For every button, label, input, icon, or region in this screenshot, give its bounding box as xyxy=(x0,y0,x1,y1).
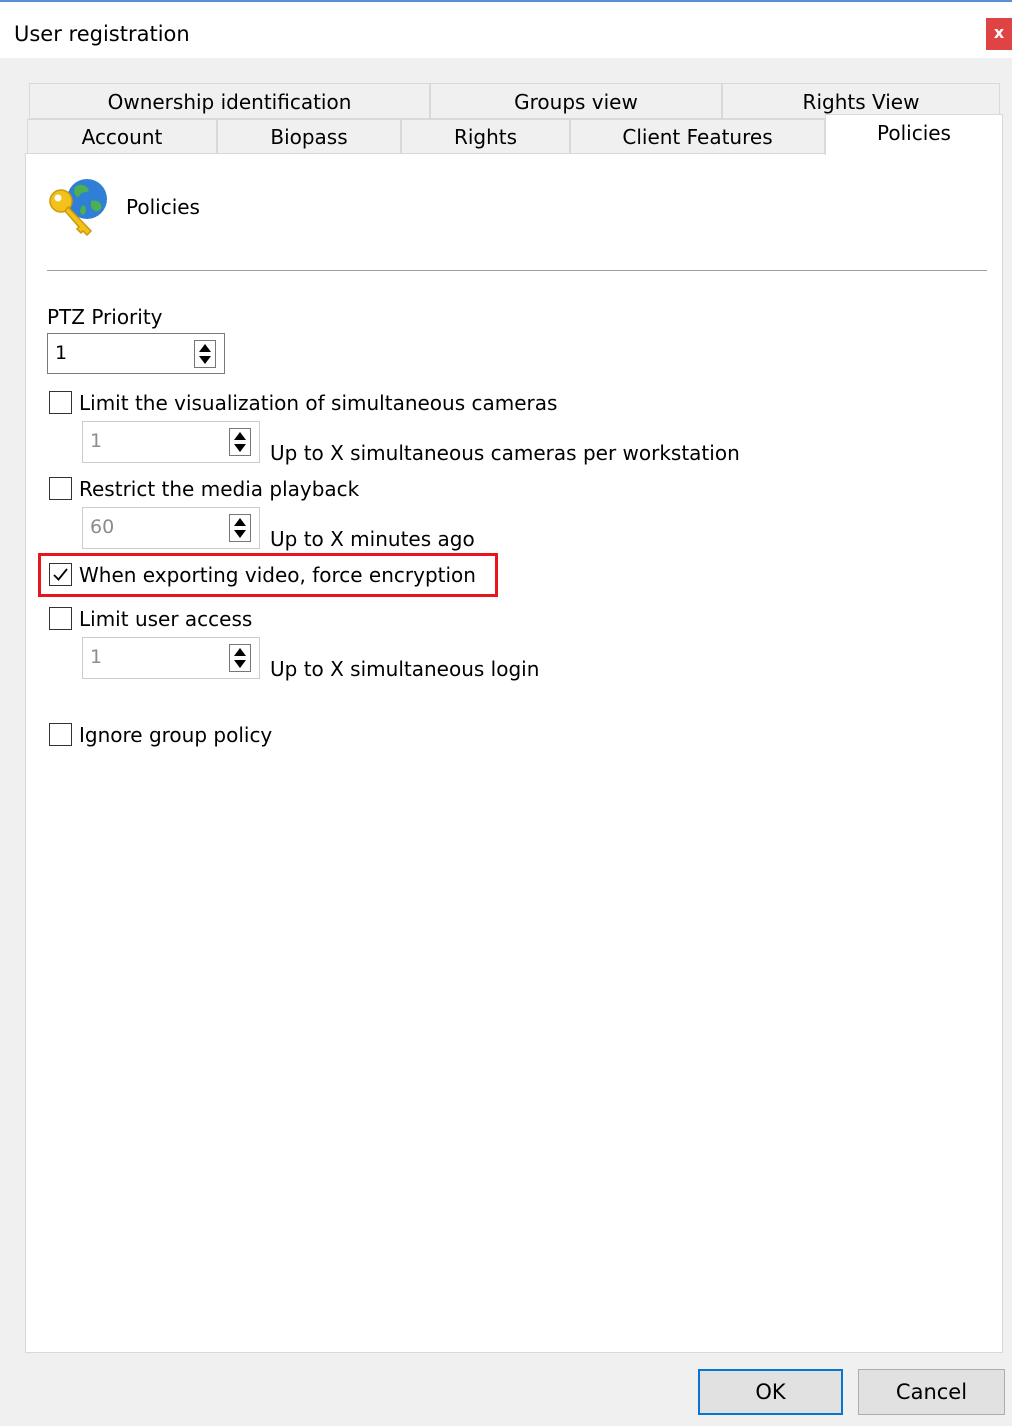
spin-arrows-icon[interactable] xyxy=(229,514,251,542)
spin-arrows-icon[interactable] xyxy=(229,644,251,672)
tab-rights[interactable]: Rights xyxy=(401,119,570,154)
tab-ownership-identification[interactable]: Ownership identification xyxy=(29,83,430,119)
tab-label: Rights View xyxy=(802,90,920,114)
ignore-group-policy-checkbox[interactable] xyxy=(49,723,72,746)
login-count-stepper[interactable]: 1 xyxy=(82,637,260,679)
ptz-priority-stepper[interactable]: 1 xyxy=(47,333,225,374)
restrict-playback-label: Restrict the media playback xyxy=(79,477,360,501)
tab-label: Biopass xyxy=(270,125,348,149)
tab-policies[interactable]: Policies xyxy=(825,114,1003,155)
playback-minutes-suffix: Up to X minutes ago xyxy=(270,527,475,551)
cancel-button[interactable]: Cancel xyxy=(858,1369,1005,1415)
force-encryption-label: When exporting video, force encryption xyxy=(79,563,476,587)
tab-client-features[interactable]: Client Features xyxy=(570,119,825,154)
login-count-suffix: Up to X simultaneous login xyxy=(270,657,540,681)
tab-label: Groups view xyxy=(514,90,638,114)
close-button[interactable]: x xyxy=(986,18,1012,50)
title-bar: User registration xyxy=(0,2,1012,58)
tab-label: Client Features xyxy=(622,125,773,149)
tab-biopass[interactable]: Biopass xyxy=(217,119,401,154)
ptz-priority-value: 1 xyxy=(55,342,68,364)
tab-label: Rights xyxy=(453,125,518,149)
playback-minutes-stepper[interactable]: 60 xyxy=(82,507,260,549)
limit-cameras-checkbox[interactable] xyxy=(49,391,72,414)
limit-cameras-label: Limit the visualization of simultaneous … xyxy=(79,391,558,415)
tab-label: Account xyxy=(81,125,163,149)
spin-arrows-icon[interactable] xyxy=(229,428,251,456)
checkmark-icon xyxy=(53,568,68,581)
cameras-count-stepper[interactable]: 1 xyxy=(82,421,260,463)
section-divider xyxy=(47,270,987,271)
window-title: User registration xyxy=(14,22,190,46)
tab-account[interactable]: Account xyxy=(27,119,217,154)
policies-key-globe-icon xyxy=(47,175,113,241)
playback-minutes-value: 60 xyxy=(90,516,115,538)
tab-label: Ownership identification xyxy=(107,90,352,114)
spin-arrows-icon[interactable] xyxy=(194,340,216,368)
ignore-group-policy-label: Ignore group policy xyxy=(79,723,273,747)
cameras-count-suffix: Up to X simultaneous cameras per worksta… xyxy=(270,441,740,465)
login-count-value: 1 xyxy=(90,646,103,668)
ptz-priority-label: PTZ Priority xyxy=(47,305,163,329)
limit-user-access-label: Limit user access xyxy=(79,607,253,631)
section-title: Policies xyxy=(126,195,200,219)
tab-label: Policies xyxy=(877,121,951,145)
force-encryption-checkbox[interactable] xyxy=(49,563,72,586)
restrict-playback-checkbox[interactable] xyxy=(49,477,72,500)
ok-button[interactable]: OK xyxy=(698,1369,843,1415)
tab-groups-view[interactable]: Groups view xyxy=(430,83,722,119)
cameras-count-value: 1 xyxy=(90,430,103,452)
limit-user-access-checkbox[interactable] xyxy=(49,607,72,630)
